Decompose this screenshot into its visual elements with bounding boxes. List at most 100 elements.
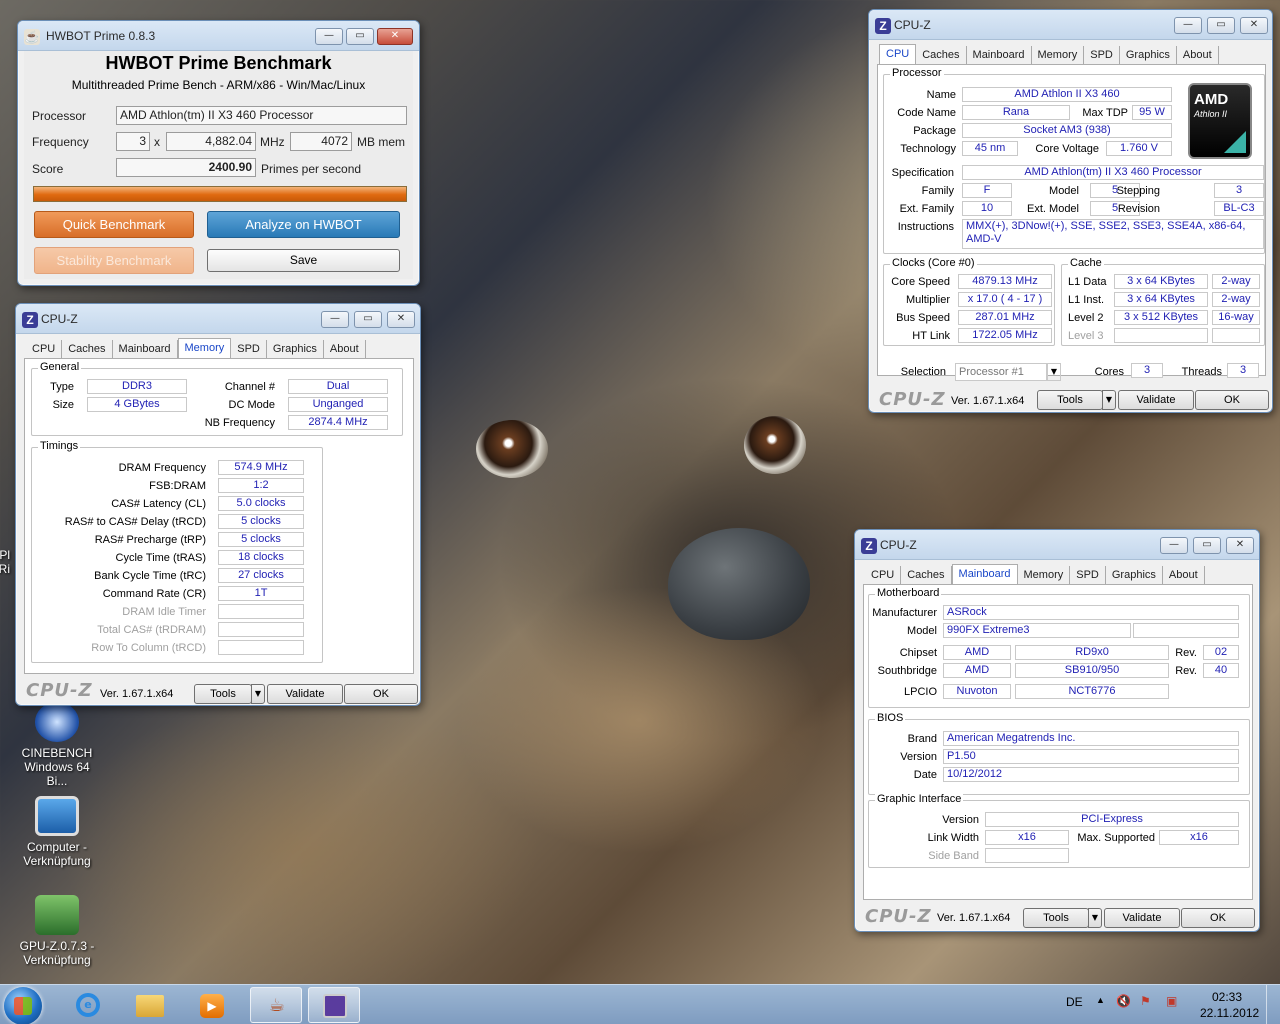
tab-mainboard[interactable]: Mainboard — [113, 340, 178, 358]
clock-time[interactable]: 02:33 — [1212, 990, 1242, 1004]
taskbar-explorer[interactable] — [124, 987, 176, 1023]
sideband-label: Side Band — [928, 850, 979, 862]
minimize-button[interactable]: — — [315, 28, 343, 45]
tools-button[interactable]: Tools — [194, 684, 252, 704]
tab-about[interactable]: About — [1163, 566, 1205, 584]
technology-value: 45 nm — [962, 141, 1018, 156]
corespeed-value: 4879.13 MHz — [958, 274, 1052, 289]
timing-label: RAS# to CAS# Delay (tRCD) — [64, 516, 206, 528]
tab-graphics[interactable]: Graphics — [1106, 566, 1163, 584]
taskbar-media-player[interactable]: ▶ — [186, 987, 238, 1023]
close-button[interactable]: ✕ — [387, 311, 415, 328]
busspeed-label: Bus Speed — [896, 312, 950, 324]
close-button[interactable]: ✕ — [1226, 537, 1254, 554]
threads-value: 3 — [1227, 363, 1259, 378]
cpuz-logo: CPU-Z — [879, 389, 946, 410]
frequency-field[interactable]: 4,882.04 — [166, 132, 256, 151]
validate-button[interactable]: Validate — [1118, 390, 1194, 410]
timing-label: RAS# Precharge (tRP) — [94, 534, 206, 546]
tab-cpu[interactable]: CPU — [865, 566, 902, 584]
processor-field[interactable]: AMD Athlon(tm) II X3 460 Processor — [116, 106, 407, 125]
close-button[interactable]: ✕ — [377, 28, 413, 45]
processor-select[interactable]: Processor #1 — [955, 363, 1047, 381]
taskbar-cpuz[interactable] — [308, 987, 360, 1023]
tab-caches[interactable]: Caches — [901, 566, 952, 584]
taskbar-ie[interactable]: e — [62, 987, 114, 1023]
window-title: HWBOT Prime 0.8.3 — [46, 29, 156, 43]
ok-button[interactable]: OK — [1181, 908, 1255, 928]
tab-memory[interactable]: Memory — [1032, 46, 1085, 64]
cores-field[interactable]: 3 — [116, 132, 150, 151]
tools-dropdown-arrow[interactable]: ▼ — [1088, 908, 1102, 928]
group-title: Processor — [890, 67, 944, 79]
network-icon[interactable]: ▣ — [1166, 994, 1177, 1008]
maximize-button[interactable]: ▭ — [354, 311, 382, 328]
cpuz-titlebar[interactable]: Z CPU-Z — ▭ ✕ — [869, 10, 1272, 40]
bios-version-value: P1.50 — [943, 749, 1239, 764]
date-label: Date — [913, 769, 937, 781]
tab-memory[interactable]: Memory — [177, 338, 232, 359]
show-hidden-icons-chevron[interactable]: ▲ — [1096, 995, 1105, 1005]
bios-group: BIOS Brand American Megatrends Inc. Vers… — [868, 712, 1250, 795]
desktop-icon-cinebench[interactable]: CINEBENCH Windows 64 Bi... — [13, 702, 101, 788]
tab-memory[interactable]: Memory — [1018, 566, 1071, 584]
tab-cpu[interactable]: CPU — [879, 44, 917, 65]
quick-benchmark-button[interactable]: Quick Benchmark — [34, 211, 194, 238]
tab-mainboard[interactable]: Mainboard — [967, 46, 1032, 64]
action-center-icon[interactable]: ⚑ — [1140, 994, 1151, 1008]
maximize-button[interactable]: ▭ — [1207, 17, 1235, 34]
tools-dropdown-arrow[interactable]: ▼ — [1102, 390, 1116, 410]
cpuz-app-icon: Z — [875, 18, 891, 34]
desktop-icon-gpuz[interactable]: GPU-Z.0.7.3 - Verknüpfung — [13, 895, 101, 967]
tools-button[interactable]: Tools — [1023, 908, 1089, 928]
validate-button[interactable]: Validate — [267, 684, 343, 704]
cpuz-titlebar[interactable]: Z CPU-Z — ▭ ✕ — [16, 304, 420, 334]
start-button[interactable] — [4, 987, 42, 1024]
chevron-down-icon[interactable]: ▼ — [1047, 363, 1061, 381]
stability-benchmark-button[interactable]: Stability Benchmark — [34, 247, 194, 274]
tab-graphics[interactable]: Graphics — [267, 340, 324, 358]
nbfreq-value: 2874.4 MHz — [288, 415, 388, 430]
tab-spd[interactable]: SPD — [231, 340, 267, 358]
ok-button[interactable]: OK — [1195, 390, 1269, 410]
maximize-button[interactable]: ▭ — [346, 28, 374, 45]
tab-caches[interactable]: Caches — [62, 340, 113, 358]
tab-about[interactable]: About — [1177, 46, 1219, 64]
tools-dropdown-arrow[interactable]: ▼ — [251, 684, 265, 704]
tab-spd[interactable]: SPD — [1084, 46, 1120, 64]
validate-button[interactable]: Validate — [1104, 908, 1180, 928]
tab-cpu[interactable]: CPU — [26, 340, 63, 358]
score-field: 2400.90 — [116, 158, 256, 177]
maximize-button[interactable]: ▭ — [1193, 537, 1221, 554]
taskbar-java[interactable]: ☕ — [250, 987, 302, 1023]
l2-label: Level 2 — [1068, 312, 1104, 324]
minimize-button[interactable]: — — [321, 311, 349, 328]
minimize-button[interactable]: — — [1160, 537, 1188, 554]
show-desktop-button[interactable] — [1266, 985, 1280, 1024]
motherboard-group: Motherboard Manufacturer ASRock Model 99… — [868, 587, 1250, 708]
minimize-button[interactable]: — — [1174, 17, 1202, 34]
memory-field[interactable]: 4072 — [290, 132, 352, 151]
tab-graphics[interactable]: Graphics — [1120, 46, 1177, 64]
save-button[interactable]: Save — [207, 249, 400, 272]
language-indicator[interactable]: DE — [1066, 995, 1083, 1009]
gi-version-value: PCI-Express — [985, 812, 1239, 827]
corevoltage-label: Core Voltage — [1035, 143, 1099, 155]
desktop-icon-computer[interactable]: Computer - Verknüpfung — [13, 796, 101, 868]
stepping-value: 3 — [1214, 183, 1264, 198]
clock-date[interactable]: 22.11.2012 — [1200, 1006, 1259, 1020]
manufacturer-value: ASRock — [943, 605, 1239, 620]
java-icon: ☕ — [268, 995, 286, 1016]
tab-mainboard[interactable]: Mainboard — [951, 564, 1018, 585]
cpuz-titlebar[interactable]: Z CPU-Z — ▭ ✕ — [855, 530, 1259, 560]
hwbot-titlebar[interactable]: ☕ HWBOT Prime 0.8.3 — ▭ ✕ — [18, 21, 419, 51]
tab-about[interactable]: About — [324, 340, 366, 358]
processor-group: Processor Name AMD Athlon II X3 460 Code… — [883, 67, 1265, 254]
tools-button[interactable]: Tools — [1037, 390, 1103, 410]
volume-muted-icon[interactable]: 🔇 — [1116, 994, 1131, 1008]
tab-spd[interactable]: SPD — [1070, 566, 1106, 584]
tab-caches[interactable]: Caches — [916, 46, 967, 64]
ok-button[interactable]: OK — [344, 684, 418, 704]
close-button[interactable]: ✕ — [1240, 17, 1268, 34]
analyze-button[interactable]: Analyze on HWBOT — [207, 211, 400, 238]
